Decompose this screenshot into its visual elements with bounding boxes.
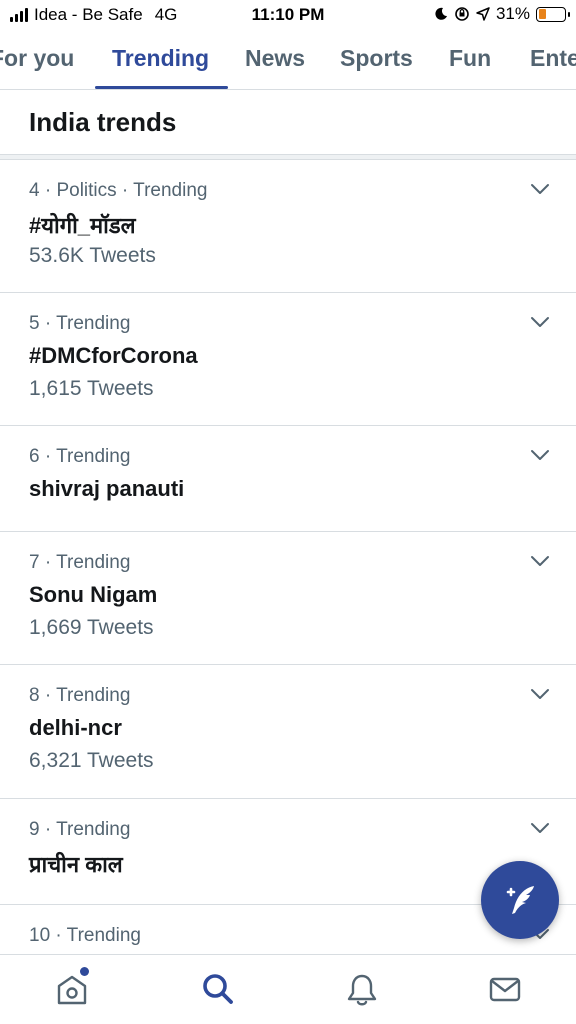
trend-meta: 8 · Trending [29,685,131,706]
battery-fill [538,9,547,19]
trend-name: #योगी_मॉडल [29,213,136,238]
trend-item[interactable]: 8 · Trending delhi-ncr 6,321 Tweets [0,665,576,799]
bottom-nav [0,954,576,1024]
tab-sports[interactable]: Sports [340,45,413,72]
tab-trending[interactable]: Trending [112,45,209,72]
tab-fun[interactable]: Fun [449,45,491,72]
orientation-lock-icon [455,7,469,21]
chevron-down-icon[interactable] [530,554,550,568]
trend-tweet-count: 1,669 Tweets [29,616,154,639]
trend-meta: 4 · Politics · Trending [29,180,208,201]
trend-meta: 5 · Trending [29,313,131,334]
signal-icon [10,8,28,22]
active-tab-indicator [95,86,228,89]
bell-icon[interactable] [344,971,380,1007]
carrier-name: Idea - Be Safe [34,5,143,24]
status-right: 31% [434,4,570,24]
section-title: India trends [29,107,177,137]
trend-tweet-count: 53.6K Tweets [29,244,156,267]
tab-news[interactable]: News [245,45,305,72]
tab-entertainment[interactable]: Entertainment [530,45,576,72]
explore-tabs: For you Trending News Sports Fun Enterta… [0,30,576,90]
network-type: 4G [154,5,178,24]
trend-name: Sonu Nigam [29,582,158,607]
trend-name: प्राचीन काल [29,852,123,877]
trend-name: delhi-ncr [29,715,122,740]
chevron-down-icon[interactable] [530,687,550,701]
trend-meta: 7 · Trending [29,552,131,573]
status-left: Idea - Be Safe 4G [10,5,177,25]
moon-icon [435,7,447,20]
tab-for-you[interactable]: For you [0,45,74,72]
section-header: India trends [0,91,576,155]
trend-meta: 9 · Trending [29,819,131,840]
location-icon [476,7,490,21]
chevron-down-icon[interactable] [530,448,550,462]
trend-name: #DMCforCorona [29,343,198,368]
chevron-down-icon[interactable] [530,821,550,835]
status-bar: Idea - Be Safe 4G 11:10 PM 31% [0,0,576,30]
trend-tweet-count: 1,615 Tweets [29,377,154,400]
trend-item[interactable]: 4 · Politics · Trending #योगी_मॉडल 53.6K… [0,160,576,293]
trend-item[interactable]: 5 · Trending #DMCforCorona 1,615 Tweets [0,293,576,426]
trend-item[interactable]: 7 · Trending Sonu Nigam 1,669 Tweets [0,532,576,665]
search-icon[interactable] [200,971,236,1007]
trend-meta: 6 · Trending [29,446,131,467]
new-content-dot [80,967,89,976]
chevron-down-icon[interactable] [530,315,550,329]
home-icon[interactable] [54,971,90,1007]
trend-tweet-count: 6,321 Tweets [29,749,154,772]
battery-icon [536,6,570,22]
compose-tweet-icon [506,886,534,914]
chevron-down-icon[interactable] [530,182,550,196]
mail-icon[interactable] [487,971,523,1007]
trend-item[interactable]: 6 · Trending shivraj panauti [0,426,576,532]
battery-percent: 31% [495,4,530,23]
trend-name: shivraj panauti [29,476,185,501]
trend-meta: 10 · Trending [29,925,141,946]
compose-tweet-button[interactable] [481,861,559,939]
